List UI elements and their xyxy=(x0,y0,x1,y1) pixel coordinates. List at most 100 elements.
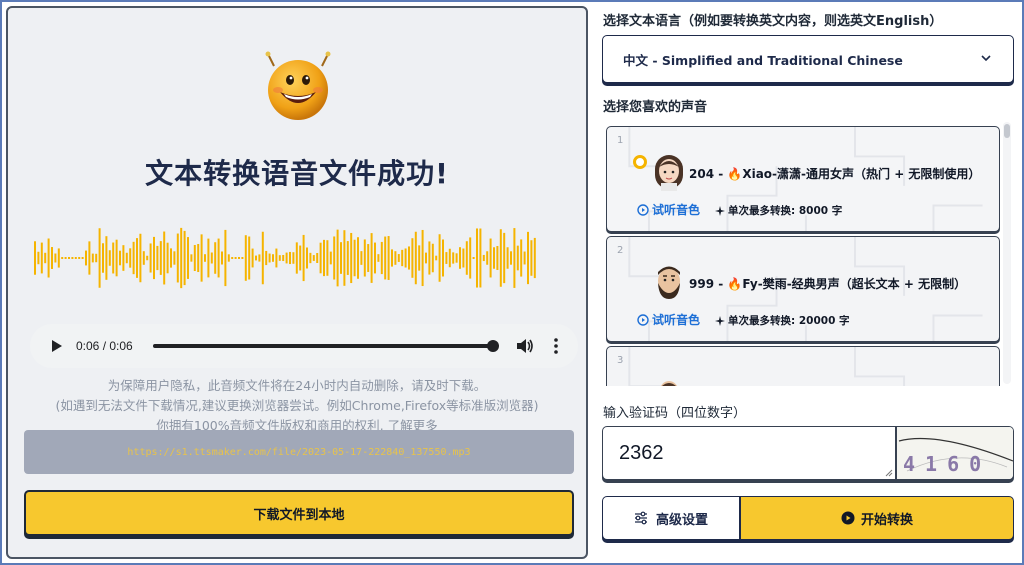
waveform-bar xyxy=(353,239,356,277)
file-url-box[interactable]: https://s1.ttsmaker.com/file/2023-05-17-… xyxy=(24,430,574,474)
waveform-bar xyxy=(37,251,40,265)
waveform-bar xyxy=(258,254,261,262)
waveform-bar xyxy=(217,238,220,278)
captcha-label: 输入验证码（四位数字） xyxy=(603,406,747,421)
waveform-bar xyxy=(397,254,400,262)
waveform-bar xyxy=(336,229,339,287)
notice-line-2: (如遇到无法文件下载情况,建议更换浏览器尝试。例如Chrome,Firefox等… xyxy=(55,398,539,413)
waveform-bar xyxy=(248,236,251,280)
waveform-bar xyxy=(513,228,516,288)
result-panel: 文本转换语音文件成功! 0:06 / 0:06 为保障用户隐私，此音频文件将在2… xyxy=(6,6,588,559)
waveform-bar xyxy=(479,228,482,288)
waveform-bar xyxy=(357,237,359,279)
listen-label: 试听音色 xyxy=(652,313,701,327)
waveform-bar xyxy=(380,241,383,275)
advanced-settings-button[interactable]: 高级设置 xyxy=(602,496,740,540)
waveform-bar xyxy=(173,251,176,265)
start-convert-button[interactable]: 开始转换 xyxy=(740,496,1014,540)
voice-list-scrollbar[interactable] xyxy=(1003,122,1011,384)
voice-id: 204 - xyxy=(689,167,728,181)
waveform-bar xyxy=(493,247,495,269)
voice-list[interactable]: 1 204 - 🔥Xiao-潇潇-通用女声（热门 + 无限制使用） 试听音色 单… xyxy=(602,120,1014,386)
waveform-bar xyxy=(452,252,455,264)
waveform-bar xyxy=(367,244,370,272)
waveform-bar xyxy=(370,233,373,283)
waveform-bar xyxy=(319,242,322,274)
audio-progress-slider[interactable] xyxy=(152,340,499,352)
waveform-bar xyxy=(231,257,234,259)
language-selected-value: 中文 - Simplified and Traditional Chinese xyxy=(623,52,903,68)
waveform-bar xyxy=(210,252,213,264)
waveform-bar xyxy=(74,257,77,259)
waveform-bar xyxy=(465,241,468,275)
waveform-bar xyxy=(204,254,206,262)
max-chars-text: 单次最多转换: 8000 字 xyxy=(728,205,843,217)
resize-grip-icon[interactable] xyxy=(885,469,893,477)
voice-name: 204 - 🔥Xiao-潇潇-通用女声（热门 + 无限制使用） xyxy=(689,165,980,182)
waveform-bar xyxy=(333,236,336,280)
waveform-bar xyxy=(374,242,376,274)
waveform-bar xyxy=(221,251,223,265)
captcha-image[interactable]: 4160 xyxy=(896,426,1014,480)
waveform-bar xyxy=(44,252,47,264)
waveform-bar xyxy=(377,254,380,262)
listen-button[interactable]: 试听音色 xyxy=(637,311,700,328)
play-circle-icon xyxy=(841,511,855,525)
waveform-bar xyxy=(282,254,285,262)
waveform-bar xyxy=(224,229,227,287)
voice-card[interactable]: 3 xyxy=(606,346,1000,386)
waveform-bar xyxy=(227,254,230,262)
sparkle-icon xyxy=(715,205,725,216)
audio-player[interactable]: 0:06 / 0:06 xyxy=(30,324,578,368)
audio-waveform xyxy=(34,227,536,289)
svg-text:4160: 4160 xyxy=(903,452,991,476)
waveform-bar xyxy=(299,245,302,271)
waveform-bar xyxy=(146,255,149,261)
voice-card[interactable]: 2 999 - 🔥Fy-樊雨-经典男声（超长文本 + 无限制） 试听音色 单次最… xyxy=(606,236,1000,342)
more-options-icon[interactable] xyxy=(554,338,558,354)
listen-button[interactable]: 试听音色 xyxy=(637,201,700,218)
waveform-bar xyxy=(530,240,533,276)
waveform-bar xyxy=(448,248,451,268)
captcha-input[interactable]: 2362 xyxy=(602,426,896,480)
waveform-bar xyxy=(391,249,393,267)
voice-title: Fy-樊雨-经典男声（超长文本 + 无限制） xyxy=(742,277,967,291)
waveform-bar xyxy=(275,248,278,268)
scrollbar-thumb[interactable] xyxy=(1004,124,1010,138)
voice-radio-selected[interactable] xyxy=(633,155,647,169)
waveform-bar xyxy=(295,242,298,274)
download-button[interactable]: 下载文件到本地 xyxy=(24,490,574,536)
voice-card[interactable]: 1 204 - 🔥Xiao-潇潇-通用女声（热门 + 无限制使用） 试听音色 单… xyxy=(606,126,1000,232)
waveform-bar xyxy=(285,252,288,264)
waveform-bar xyxy=(499,229,502,287)
max-chars-text: 单次最多转换: 20000 字 xyxy=(728,315,850,327)
waveform-bar xyxy=(506,247,509,269)
waveform-bar xyxy=(438,234,441,282)
waveform-bar xyxy=(57,248,60,268)
fire-icon: 🔥 xyxy=(727,167,743,181)
waveform-bar xyxy=(316,252,319,264)
waveform-bar xyxy=(469,237,472,279)
waveform-bar xyxy=(81,257,84,259)
waveform-bar xyxy=(115,239,118,277)
waveform-bar xyxy=(343,230,346,286)
advanced-settings-label: 高级设置 xyxy=(655,512,708,528)
language-label: 选择文本语言（例如要转换英文内容，则选英文English） xyxy=(603,14,943,29)
waveform-bar xyxy=(533,237,536,279)
voice-index: 1 xyxy=(617,135,624,146)
waveform-bar xyxy=(163,231,166,285)
waveform-bar xyxy=(234,257,237,259)
voice-label: 选择您喜欢的声音 xyxy=(603,100,708,115)
audio-progress-knob[interactable] xyxy=(487,340,499,352)
waveform-bar xyxy=(61,257,64,259)
volume-icon[interactable] xyxy=(516,338,534,354)
waveform-bar xyxy=(112,242,115,274)
waveform-bar xyxy=(71,257,74,259)
language-select[interactable]: 中文 - Simplified and Traditional Chinese xyxy=(602,35,1014,83)
waveform-bar xyxy=(268,253,271,263)
waveform-bar xyxy=(255,255,257,261)
waveform-bar xyxy=(428,241,431,275)
play-icon[interactable] xyxy=(50,339,64,353)
male-avatar-icon xyxy=(658,266,680,299)
waveform-bar xyxy=(125,252,128,264)
